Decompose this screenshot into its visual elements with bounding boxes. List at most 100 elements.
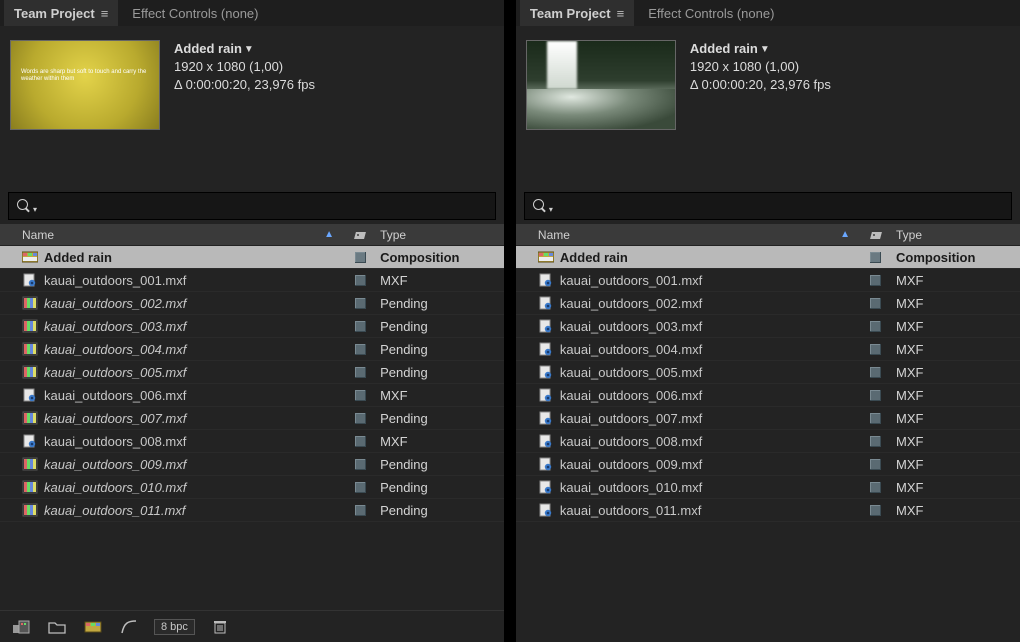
list-item[interactable]: kauai_outdoors_009.mxf MXF [516, 453, 1020, 476]
list-item[interactable]: kauai_outdoors_005.mxf Pending [0, 361, 504, 384]
color-label-swatch[interactable] [870, 344, 881, 355]
list-item[interactable]: kauai_outdoors_001.mxf MXF [516, 269, 1020, 292]
clip-metadata: Added rain▼ 1920 x 1080 (1,00) Δ 0:00:00… [690, 40, 831, 180]
mxf-icon [538, 411, 554, 425]
list-item[interactable]: kauai_outdoors_010.mxf MXF [516, 476, 1020, 499]
item-type: MXF [890, 457, 1020, 472]
clip-title[interactable]: Added rain▼ [690, 40, 770, 58]
panel-divider[interactable] [504, 0, 516, 642]
tab-team-project[interactable]: Team Project ≡ [4, 0, 118, 26]
color-label-swatch[interactable] [870, 459, 881, 470]
panel-tabs: Team Project ≡ Effect Controls (none) [0, 0, 504, 26]
color-label-swatch[interactable] [355, 344, 366, 355]
interpret-footage-button[interactable] [10, 617, 32, 637]
color-label-swatch[interactable] [355, 298, 366, 309]
clip-thumbnail[interactable]: Words are sharp but soft to touch and ca… [10, 40, 160, 130]
list-item[interactable]: kauai_outdoors_005.mxf MXF [516, 361, 1020, 384]
column-header-type[interactable]: Type [374, 228, 504, 242]
mxf-icon [538, 503, 554, 517]
item-name: kauai_outdoors_010.mxf [44, 480, 186, 495]
chevron-down-icon[interactable]: ▼ [242, 44, 254, 55]
color-label-swatch[interactable] [355, 390, 366, 401]
item-type: MXF [374, 273, 504, 288]
column-header-name[interactable]: Name ▲ [534, 228, 862, 242]
clip-thumbnail[interactable] [526, 40, 676, 130]
column-header-name[interactable]: Name ▲ [18, 228, 346, 242]
column-header-label[interactable] [862, 228, 890, 242]
list-item[interactable]: Added rain Composition [0, 246, 504, 269]
item-name: kauai_outdoors_001.mxf [44, 273, 186, 288]
color-label-swatch[interactable] [870, 298, 881, 309]
list-item[interactable]: kauai_outdoors_007.mxf MXF [516, 407, 1020, 430]
tab-team-project[interactable]: Team Project ≡ [520, 0, 634, 26]
comp-icon [22, 250, 38, 264]
project-bit-depth-button[interactable]: 8 bpc [154, 619, 195, 635]
search-input[interactable]: ▾ [8, 192, 496, 220]
clip-duration: Δ 0:00:00:20, 23,976 fps [174, 76, 315, 94]
list-item[interactable]: kauai_outdoors_011.mxf MXF [516, 499, 1020, 522]
list-item[interactable]: kauai_outdoors_008.mxf MXF [0, 430, 504, 453]
mxf-icon [22, 388, 38, 402]
new-adjustment-layer-button[interactable] [118, 617, 140, 637]
color-label-swatch[interactable] [870, 436, 881, 447]
item-type: MXF [890, 411, 1020, 426]
list-item[interactable]: kauai_outdoors_004.mxf Pending [0, 338, 504, 361]
list-item[interactable]: kauai_outdoors_002.mxf Pending [0, 292, 504, 315]
color-label-swatch[interactable] [870, 252, 881, 263]
color-label-swatch[interactable] [355, 367, 366, 378]
item-name: kauai_outdoors_008.mxf [44, 434, 186, 449]
color-label-swatch[interactable] [870, 367, 881, 378]
chevron-down-icon[interactable]: ▾ [33, 205, 37, 214]
search-input[interactable]: ▾ [524, 192, 1012, 220]
panel-menu-icon[interactable]: ≡ [617, 6, 625, 21]
sort-ascending-icon: ▲ [840, 229, 856, 240]
list-item[interactable]: kauai_outdoors_003.mxf MXF [516, 315, 1020, 338]
list-item[interactable]: kauai_outdoors_004.mxf MXF [516, 338, 1020, 361]
column-header-type[interactable]: Type [890, 228, 1020, 242]
clip-title[interactable]: Added rain▼ [174, 40, 254, 58]
color-label-swatch[interactable] [355, 459, 366, 470]
search-icon [533, 199, 547, 213]
list-item[interactable]: kauai_outdoors_003.mxf Pending [0, 315, 504, 338]
color-label-swatch[interactable] [355, 505, 366, 516]
item-type: MXF [890, 388, 1020, 403]
app-root: Team Project ≡ Effect Controls (none) Wo… [0, 0, 1020, 642]
color-label-swatch[interactable] [870, 390, 881, 401]
panel-menu-icon[interactable]: ≡ [101, 6, 109, 21]
list-item[interactable]: kauai_outdoors_008.mxf MXF [516, 430, 1020, 453]
column-header-label[interactable] [346, 228, 374, 242]
new-composition-button[interactable] [82, 617, 104, 637]
pending-icon [22, 457, 38, 471]
list-header: Name ▲ Type [516, 224, 1020, 246]
color-label-swatch[interactable] [870, 413, 881, 424]
list-item[interactable]: kauai_outdoors_006.mxf MXF [0, 384, 504, 407]
color-label-swatch[interactable] [355, 275, 366, 286]
item-name: Added rain [44, 250, 112, 265]
new-folder-button[interactable] [46, 617, 68, 637]
item-name: kauai_outdoors_007.mxf [44, 411, 186, 426]
color-label-swatch[interactable] [870, 505, 881, 516]
color-label-swatch[interactable] [870, 482, 881, 493]
list-item[interactable]: kauai_outdoors_009.mxf Pending [0, 453, 504, 476]
color-label-swatch[interactable] [355, 482, 366, 493]
tab-effect-controls[interactable]: Effect Controls (none) [638, 0, 784, 26]
list-item[interactable]: kauai_outdoors_010.mxf Pending [0, 476, 504, 499]
list-item[interactable]: Added rain Composition [516, 246, 1020, 269]
chevron-down-icon[interactable]: ▾ [549, 205, 553, 214]
item-name: Added rain [560, 250, 628, 265]
list-item[interactable]: kauai_outdoors_001.mxf MXF [0, 269, 504, 292]
mxf-icon [538, 434, 554, 448]
color-label-swatch[interactable] [355, 252, 366, 263]
color-label-swatch[interactable] [870, 275, 881, 286]
color-label-swatch[interactable] [355, 413, 366, 424]
list-item[interactable]: kauai_outdoors_007.mxf Pending [0, 407, 504, 430]
delete-button[interactable] [209, 617, 231, 637]
tab-effect-controls[interactable]: Effect Controls (none) [122, 0, 268, 26]
color-label-swatch[interactable] [355, 436, 366, 447]
list-item[interactable]: kauai_outdoors_002.mxf MXF [516, 292, 1020, 315]
list-item[interactable]: kauai_outdoors_011.mxf Pending [0, 499, 504, 522]
color-label-swatch[interactable] [870, 321, 881, 332]
list-item[interactable]: kauai_outdoors_006.mxf MXF [516, 384, 1020, 407]
color-label-swatch[interactable] [355, 321, 366, 332]
chevron-down-icon[interactable]: ▼ [758, 44, 770, 55]
